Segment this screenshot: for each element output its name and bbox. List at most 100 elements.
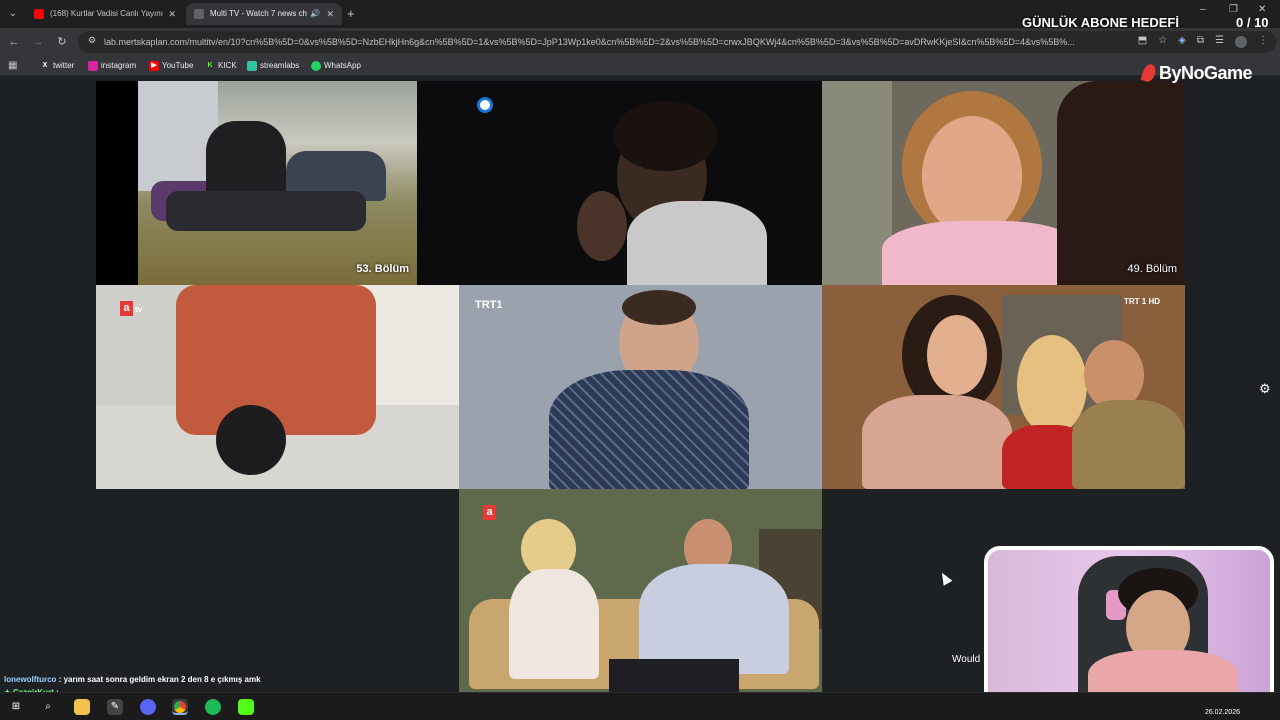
instagram-logo-icon [88,61,98,71]
forward-arrow-icon[interactable]: → [30,34,46,50]
bookmark-star-icon[interactable]: ☆ [1158,35,1167,48]
person-shirt [627,201,767,285]
address-bar-actions: ⬒ ☆ ◈ ⧉ ☰ ⋮ [1138,35,1268,48]
site-info-icon[interactable]: ⚙ [88,35,96,46]
windows-start-icon[interactable]: ⊞ [8,699,24,715]
atv-logo-text: tv [135,305,143,314]
youtube-favicon-icon [34,9,44,19]
bookmark-kick[interactable]: K KICK [205,56,237,76]
settings-gear-icon[interactable]: ⚙ [1259,381,1271,397]
window-close-icon[interactable]: ✕ [1258,4,1266,15]
reload-icon[interactable]: ↻ [54,34,70,50]
episode-caption: 49. Bölüm [1127,263,1177,275]
spotify-icon[interactable] [205,699,221,715]
tab-title: (168) Kurtlar Vadisi Canlı Yayını [50,9,163,18]
chat-message: lonewolfturco : yarım saat sonra geldim … [4,675,261,684]
bookmark-streamlabs[interactable]: streamlabs [247,56,299,76]
taskbar-date: 26.02.2026 [1204,709,1240,716]
app-icon[interactable]: ✎ [107,699,123,715]
atv-logo-icon: a [483,505,496,520]
overlay-text: Would [952,654,981,665]
person-shape [166,191,366,231]
menu-kebab-icon[interactable]: ⋮ [1258,35,1268,48]
chat-text: : yarım saat sonra geldim ekran 2 den 8 … [58,675,261,684]
person-face [927,315,987,395]
brand-mark-icon [1140,62,1158,84]
person-dress [509,569,599,679]
discord-icon[interactable] [140,699,156,715]
person-face [922,116,1022,236]
address-bar[interactable]: ⚙ lab.mertskaplan.com/multitv/en/10?cn%5… [78,31,1276,53]
install-app-icon[interactable]: ⬒ [1138,35,1147,48]
person-shirt [1072,400,1185,489]
browser-toolbar: ← → ↻ ⚙ lab.mertskaplan.com/multitv/en/1… [0,28,1280,56]
bookmark-label: streamlabs [260,61,300,70]
bookmarks-bar: ▦ Xtwitter instagram ▶ YouTube K KICK stre… [0,56,1280,76]
trt1-hd-logo: TRT 1 HD [1124,297,1160,306]
episode-caption: 53. Bölüm [356,263,409,275]
atv-logo-icon: a [120,301,133,316]
brand-name: ByNoGame [1159,63,1253,83]
restore-icon[interactable]: ❐ [1229,4,1238,15]
video-tile-3[interactable]: 49. Bölüm [822,81,1185,285]
new-tab-plus-icon[interactable]: + [347,5,361,23]
streamlabs-logo-icon [247,61,257,71]
youtube-logo-icon: ▶ [149,61,159,71]
x-logo-icon: X [42,62,48,69]
video-tile-4[interactable]: a tv [96,285,459,489]
chat-username: lonewolfturco [4,675,57,684]
minimize-icon[interactable]: – [1200,4,1206,15]
bookmark-twitter[interactable]: Xtwitter [40,56,75,76]
video-tile-2[interactable] [417,81,822,285]
person-shirt [639,564,789,674]
tab-close-icon[interactable]: ✕ [168,3,176,25]
bookmark-youtube[interactable]: ▶ YouTube [149,56,193,76]
video-tile-1[interactable]: 53. Bölüm [96,81,417,285]
streaming-app-icon[interactable] [238,699,254,715]
person-hair [613,101,717,171]
profile-avatar-icon[interactable] [1235,36,1247,48]
video-tile-7[interactable]: a [459,489,822,693]
person-plaid-shirt [549,370,749,489]
person-trousers [609,659,739,693]
person-shirt [882,221,1082,285]
search-icon[interactable]: ⌕ [40,699,56,715]
bookmark-label: instagram [101,61,137,70]
person-hair-foreground [1057,81,1185,285]
bookmark-label: KICK [218,61,237,70]
person-shirt [862,395,1012,489]
subscriber-goal-count: 0 / 10 [1236,15,1269,30]
bookmark-label: YouTube [162,61,194,70]
whatsapp-logo-icon [311,61,321,71]
video-tile-5[interactable]: TRT1 [459,285,822,489]
bookmark-label: WhatsApp [324,61,361,70]
person-head [216,405,286,475]
apps-grid-icon[interactable]: ▦ [8,60,17,71]
tab-kurtlar-vadisi[interactable]: (168) Kurtlar Vadisi Canlı Yayını ✕ [26,3,184,25]
trt1-logo: TRT1 [475,299,503,311]
file-explorer-icon[interactable] [74,699,90,715]
windows-taskbar: ⊞ ⌕ ✎ 26.02.2026 [0,692,1280,720]
url-text[interactable]: lab.mertskaplan.com/multitv/en/10?cn%5B%… [104,31,1094,53]
page-favicon-icon [194,9,204,19]
kick-logo-icon: K [207,62,213,69]
video-tile-6[interactable]: TRT 1 HD [822,285,1185,489]
extensions-puzzle-icon[interactable]: ⧉ [1197,35,1204,48]
tab-multi-tv[interactable]: Multi TV - Watch 7 news ch 🔊 ✕ [186,3,342,25]
bookmark-label: twitter [53,61,75,70]
tab-title: Multi TV - Watch 7 news ch [210,9,307,18]
media-control-icon[interactable]: ☰ [1215,35,1224,48]
subscriber-goal-label: GÜNLÜK ABONE HEDEFİ [1022,15,1179,30]
person-hair [622,290,696,325]
back-arrow-icon[interactable]: ← [6,34,22,50]
bookmark-instagram[interactable]: instagram [88,56,136,76]
tab-close-icon[interactable]: ✕ [326,3,334,25]
tab-search-chevron-icon[interactable]: ⌄ [4,5,22,23]
extension-icon[interactable]: ◈ [1178,35,1186,48]
audio-playing-icon[interactable]: 🔊 [310,3,320,25]
chrome-icon[interactable] [172,699,188,715]
brand-logo: ByNoGame [1140,62,1253,84]
person-shirt [176,285,376,435]
bookmark-whatsapp[interactable]: WhatsApp [311,56,361,76]
webcam-overlay [984,546,1274,708]
